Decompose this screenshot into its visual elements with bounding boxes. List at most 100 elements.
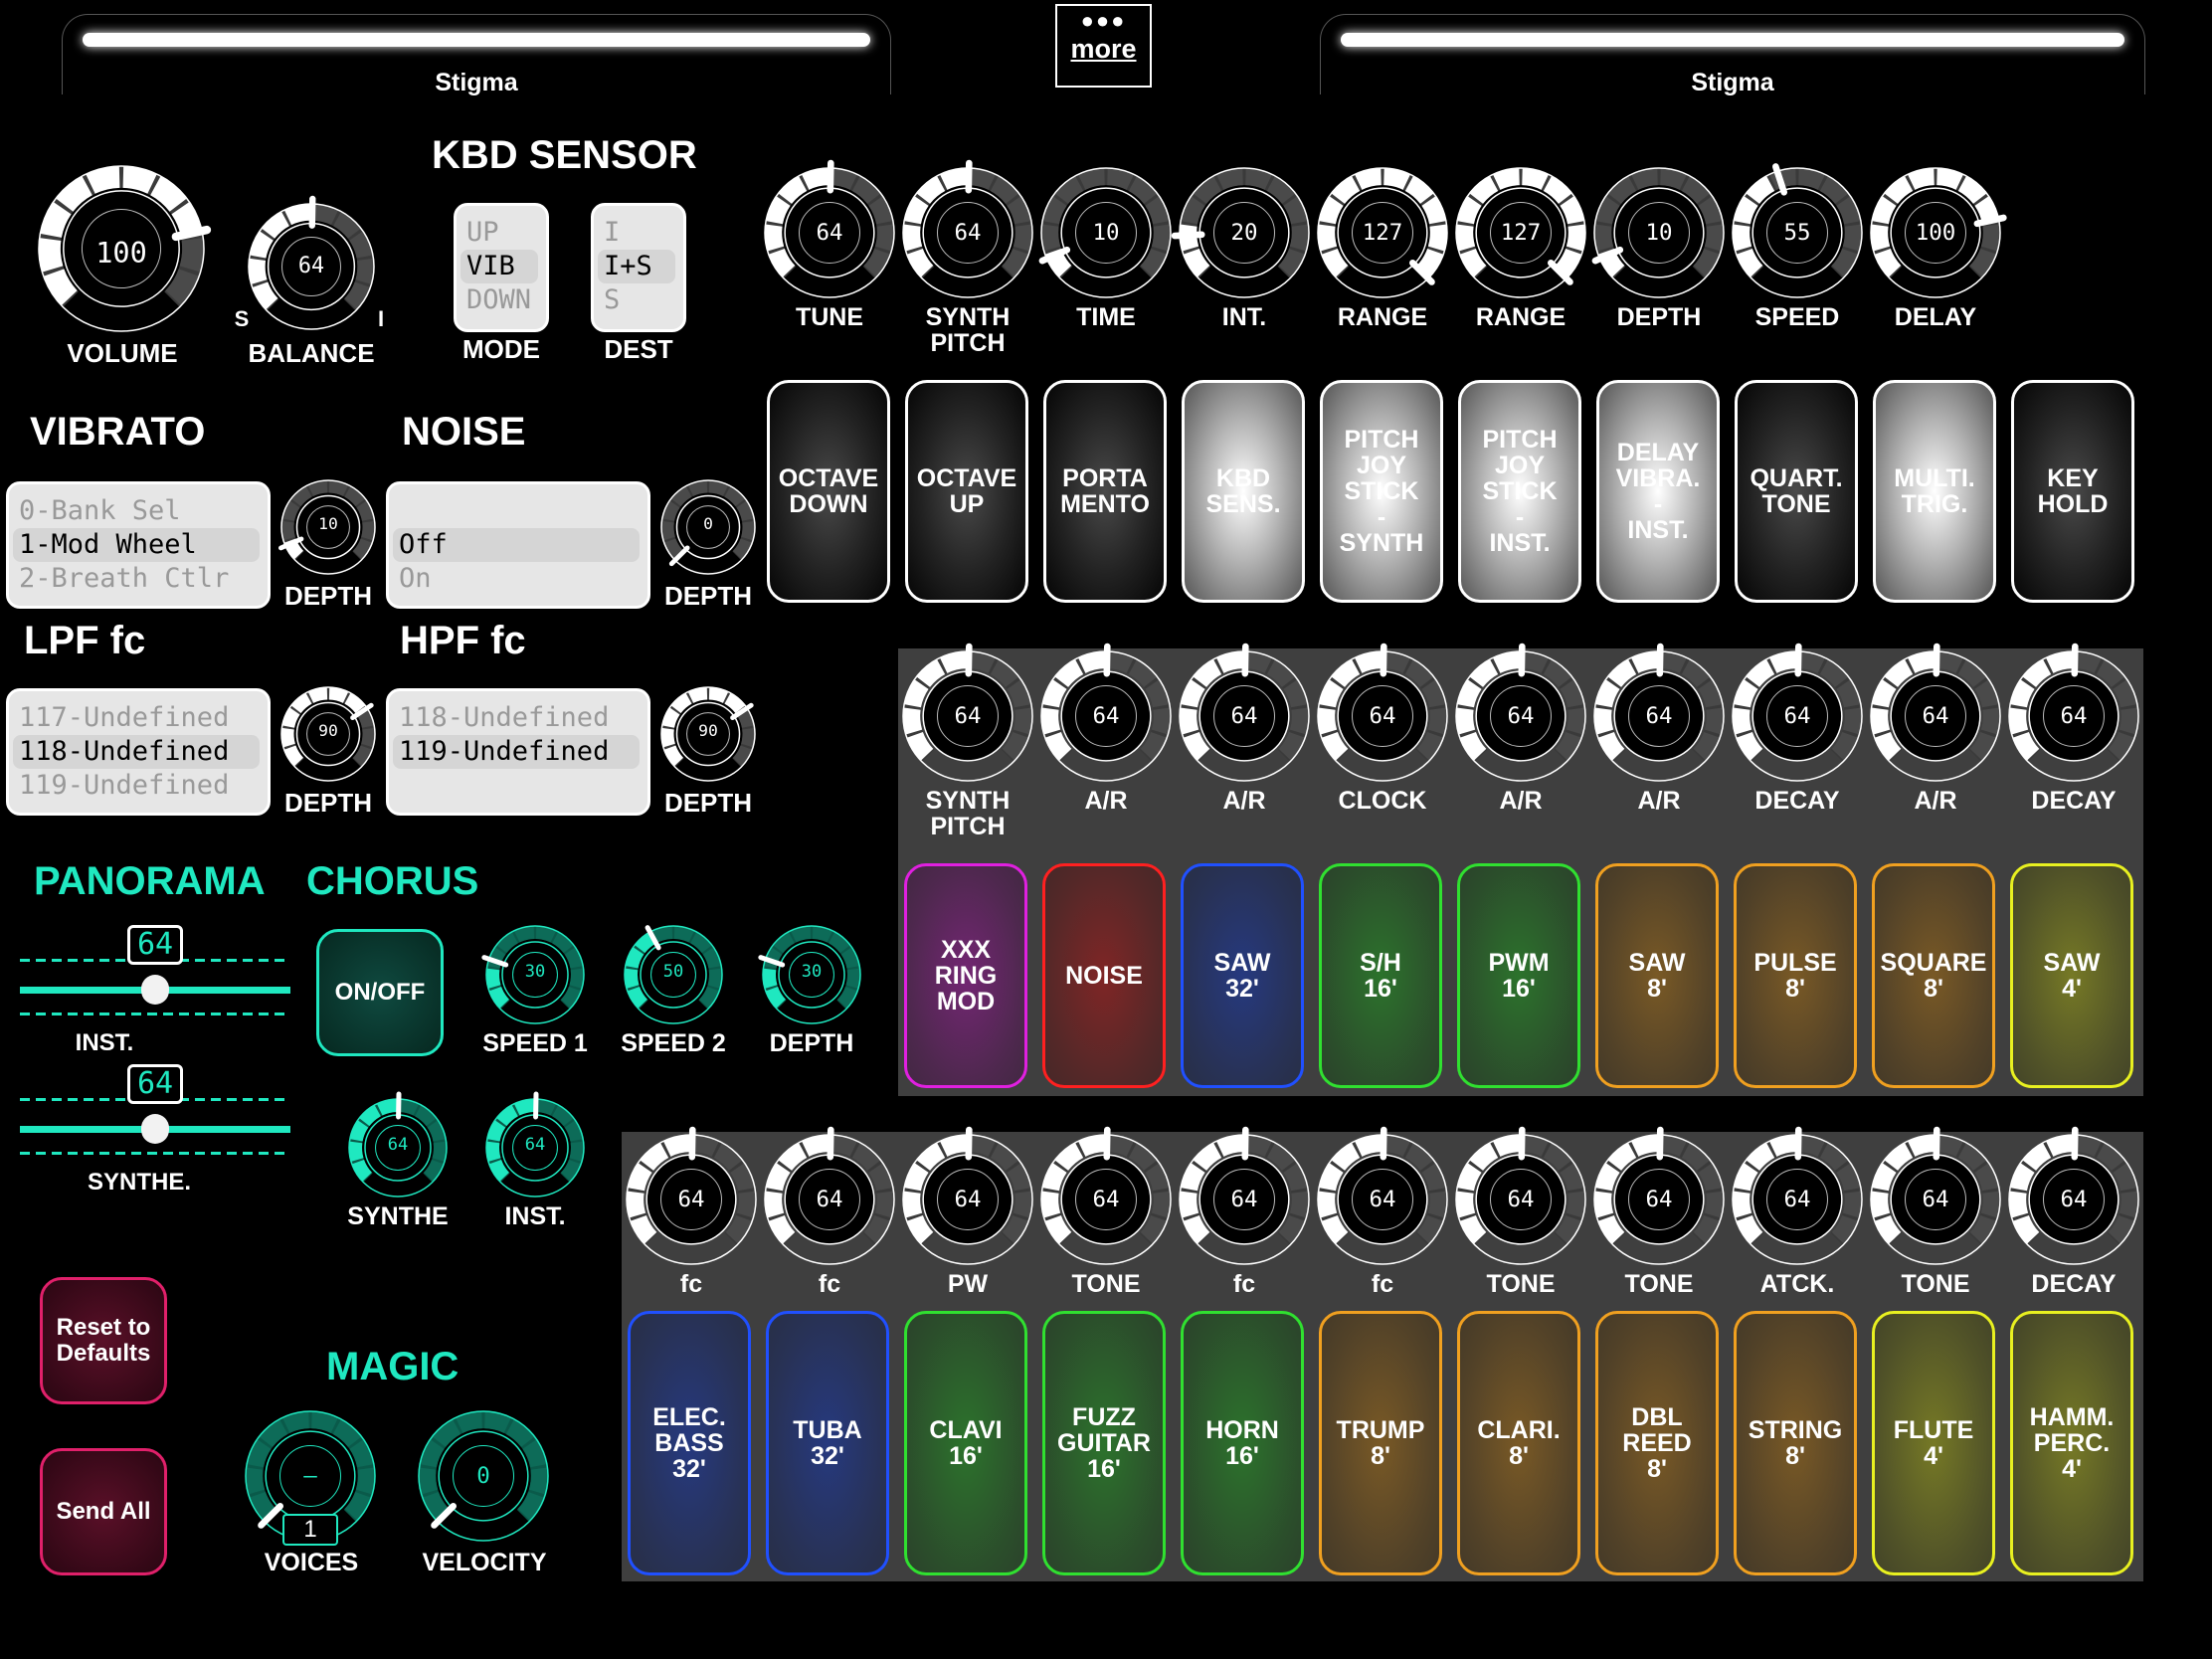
chorus-knob-0[interactable]: 30 bbox=[481, 925, 585, 1024]
picker-option[interactable] bbox=[389, 494, 647, 528]
synth-voice-tab-2[interactable]: SAW 32' bbox=[1181, 863, 1304, 1088]
top-knob-0[interactable]: 64 bbox=[764, 159, 895, 298]
slider-thumb[interactable] bbox=[141, 975, 169, 1005]
inst-voice-tab-2[interactable]: CLAVI 16' bbox=[904, 1311, 1027, 1575]
top-knob-2[interactable]: 10 bbox=[1038, 167, 1172, 298]
picker-option[interactable]: 119-Undefined bbox=[9, 769, 268, 803]
volume-knob[interactable]: 100 bbox=[38, 165, 212, 332]
synth-knob-2[interactable]: 64 bbox=[1179, 643, 1310, 782]
noise-source-picker[interactable]: Off On bbox=[386, 481, 650, 609]
synth-voice-tab-1[interactable]: NOISE bbox=[1042, 863, 1166, 1088]
synth-voice-tab-5[interactable]: SAW 8' bbox=[1595, 863, 1719, 1088]
picker-option[interactable]: On bbox=[389, 562, 647, 596]
inst-voice-tab-5[interactable]: TRUMP 8' bbox=[1319, 1311, 1442, 1575]
top-knob-3[interactable]: 20 bbox=[1171, 167, 1310, 298]
picker-option[interactable]: 117-Undefined bbox=[9, 701, 268, 735]
more-button[interactable]: ●●● more bbox=[1055, 4, 1152, 88]
inst-knob-6[interactable]: 64 bbox=[1455, 1126, 1586, 1265]
toggle-button-8[interactable]: MULTI. TRIG. bbox=[1873, 380, 1996, 603]
synth-knob-5[interactable]: 64 bbox=[1593, 643, 1725, 782]
synth-knob-3[interactable]: 64 bbox=[1317, 643, 1448, 782]
picker-option[interactable]: DOWN bbox=[457, 283, 546, 317]
picker-option[interactable]: Off bbox=[393, 528, 640, 562]
top-knob-7[interactable]: 55 bbox=[1732, 163, 1863, 298]
top-knob-1[interactable]: 64 bbox=[902, 159, 1033, 298]
picker-option[interactable]: S bbox=[594, 283, 683, 317]
synth-voice-tab-0[interactable]: XXX RING MOD bbox=[904, 863, 1027, 1088]
picker-option[interactable]: I+S bbox=[598, 250, 675, 283]
inst-voice-tab-7[interactable]: DBL REED 8' bbox=[1595, 1311, 1719, 1575]
preset-slider[interactable] bbox=[83, 33, 870, 47]
preset-slider[interactable] bbox=[1341, 33, 2124, 47]
toggle-button-9[interactable]: KEY HOLD bbox=[2011, 380, 2134, 603]
lpf-source-picker[interactable]: 117-Undefined 118-Undefined 119-Undefined bbox=[6, 688, 271, 816]
toggle-button-2[interactable]: PORTA MENTO bbox=[1043, 380, 1167, 603]
reset-defaults-button[interactable]: Reset to Defaults bbox=[40, 1277, 167, 1404]
chorus-knob-2[interactable]: 30 bbox=[758, 925, 861, 1024]
synth-voice-tab-7[interactable]: SQUARE 8' bbox=[1872, 863, 1995, 1088]
inst-knob-0[interactable]: 64 bbox=[626, 1126, 757, 1265]
inst-knob-4[interactable]: 64 bbox=[1179, 1126, 1310, 1265]
toggle-button-0[interactable]: OCTAVE DOWN bbox=[767, 380, 890, 603]
inst-knob-5[interactable]: 64 bbox=[1317, 1126, 1448, 1265]
slider-thumb[interactable] bbox=[141, 1114, 169, 1144]
chorus-knob-4[interactable]: 64 bbox=[485, 1091, 585, 1198]
preset-bar-right[interactable]: Stigma bbox=[1320, 14, 2145, 96]
inst-knob-9[interactable]: 64 bbox=[1870, 1126, 2001, 1265]
synth-voice-tab-8[interactable]: SAW 4' bbox=[2010, 863, 2133, 1088]
inst-knob-10[interactable]: 64 bbox=[2008, 1126, 2139, 1265]
synth-voice-tab-4[interactable]: PWM 16' bbox=[1457, 863, 1580, 1088]
dest-picker[interactable]: I I+S S bbox=[591, 203, 686, 332]
top-knob-8[interactable]: 100 bbox=[1870, 167, 2007, 298]
inst-voice-tab-8[interactable]: STRING 8' bbox=[1734, 1311, 1857, 1575]
inst-voice-tab-10[interactable]: HAMM. PERC. 4' bbox=[2010, 1311, 2133, 1575]
picker-option[interactable]: 1-Mod Wheel bbox=[13, 528, 260, 562]
velocity-knob[interactable]: 0 bbox=[418, 1410, 549, 1542]
picker-option[interactable]: I bbox=[594, 216, 683, 250]
picker-option[interactable]: 118-Undefined bbox=[389, 701, 647, 735]
lpf-depth-knob[interactable]: 90 bbox=[280, 686, 376, 782]
inst-voice-tab-4[interactable]: HORN 16' bbox=[1181, 1311, 1304, 1575]
top-knob-6[interactable]: 10 bbox=[1591, 167, 1725, 298]
inst-voice-tab-3[interactable]: FUZZ GUITAR 16' bbox=[1042, 1311, 1166, 1575]
picker-option[interactable]: UP bbox=[457, 216, 546, 250]
toggle-button-7[interactable]: QUART. TONE bbox=[1735, 380, 1858, 603]
picker-option[interactable]: 2-Breath Ctlr bbox=[9, 562, 268, 596]
top-knob-4[interactable]: 127 bbox=[1317, 167, 1448, 298]
mode-picker[interactable]: UP VIB DOWN bbox=[454, 203, 549, 332]
panorama-inst-slider[interactable]: 64 bbox=[20, 925, 290, 1015]
synth-knob-6[interactable]: 64 bbox=[1732, 643, 1863, 782]
inst-knob-3[interactable]: 64 bbox=[1040, 1126, 1172, 1265]
chorus-onoff-button[interactable]: ON/OFF bbox=[316, 929, 444, 1056]
inst-knob-2[interactable]: 64 bbox=[902, 1126, 1033, 1265]
top-knob-5[interactable]: 127 bbox=[1455, 167, 1586, 298]
vibrato-depth-knob[interactable]: 10 bbox=[278, 479, 376, 575]
toggle-button-3[interactable]: KBD SENS. bbox=[1182, 380, 1305, 603]
toggle-button-5[interactable]: PITCH JOY STICK - INST. bbox=[1458, 380, 1581, 603]
toggle-button-6[interactable]: DELAY VIBRA. - INST. bbox=[1596, 380, 1720, 603]
inst-voice-tab-9[interactable]: FLUTE 4' bbox=[1872, 1311, 1995, 1575]
picker-option[interactable]: VIB bbox=[461, 250, 538, 283]
inst-knob-8[interactable]: 64 bbox=[1732, 1126, 1863, 1265]
synth-voice-tab-3[interactable]: S/H 16' bbox=[1319, 863, 1442, 1088]
hpf-depth-knob[interactable]: 90 bbox=[660, 686, 756, 782]
hpf-source-picker[interactable]: 118-Undefined 119-Undefined bbox=[386, 688, 650, 816]
inst-knob-1[interactable]: 64 bbox=[764, 1126, 895, 1265]
picker-option[interactable]: 0-Bank Sel bbox=[9, 494, 268, 528]
synth-knob-8[interactable]: 64 bbox=[2008, 643, 2139, 782]
toggle-button-1[interactable]: OCTAVE UP bbox=[905, 380, 1028, 603]
inst-voice-tab-0[interactable]: ELEC. BASS 32' bbox=[628, 1311, 751, 1575]
inst-knob-7[interactable]: 64 bbox=[1593, 1126, 1725, 1265]
preset-bar-left[interactable]: Stigma bbox=[62, 14, 891, 96]
inst-voice-tab-1[interactable]: TUBA 32' bbox=[766, 1311, 889, 1575]
toggle-button-4[interactable]: PITCH JOY STICK - SYNTH bbox=[1320, 380, 1443, 603]
balance-knob[interactable]: 64 bbox=[248, 195, 375, 330]
picker-option[interactable]: 119-Undefined bbox=[393, 735, 640, 769]
synth-knob-4[interactable]: 64 bbox=[1455, 643, 1586, 782]
chorus-knob-3[interactable]: 64 bbox=[348, 1091, 448, 1198]
picker-option[interactable] bbox=[389, 769, 647, 803]
vibrato-source-picker[interactable]: 0-Bank Sel 1-Mod Wheel 2-Breath Ctlr bbox=[6, 481, 271, 609]
inst-voice-tab-6[interactable]: CLARI. 8' bbox=[1457, 1311, 1580, 1575]
send-all-button[interactable]: Send All bbox=[40, 1448, 167, 1575]
chorus-knob-1[interactable]: 50 bbox=[624, 925, 723, 1024]
